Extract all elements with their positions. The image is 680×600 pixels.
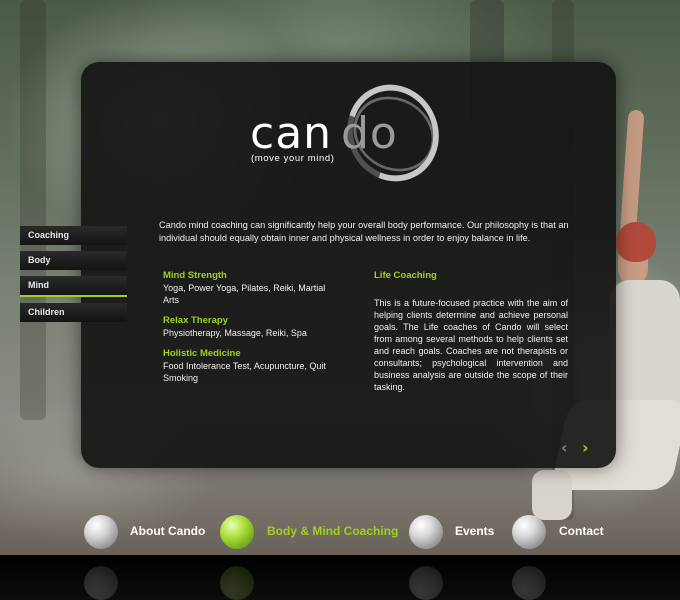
nav-ball-icon xyxy=(84,515,118,549)
section-title: Mind Strength xyxy=(163,270,227,281)
nav-label: Body & Mind Coaching xyxy=(267,524,399,538)
nav-label: About Cando xyxy=(130,524,206,538)
figure-bandana xyxy=(616,222,656,262)
section-title: Life Coaching xyxy=(374,270,437,281)
nav-events[interactable]: Events xyxy=(409,515,499,549)
intro-paragraph: Cando mind coaching can significantly he… xyxy=(159,220,569,243)
nav-ball-icon xyxy=(512,515,546,549)
prev-arrow-icon[interactable]: ‹ xyxy=(561,438,568,457)
logo-tagline: (move your mind) xyxy=(251,153,335,164)
main-nav: About Cando Body & Mind Coaching Events … xyxy=(0,515,680,555)
nav-body-mind-coaching[interactable]: Body & Mind Coaching xyxy=(220,515,400,549)
nav-ball-icon xyxy=(220,515,254,549)
nav-contact[interactable]: Contact xyxy=(512,515,612,549)
next-arrow-icon[interactable]: › xyxy=(582,438,589,457)
sidebar-item-mind[interactable]: Mind xyxy=(20,276,127,297)
nav-about-cando[interactable]: About Cando xyxy=(84,515,206,549)
section-title: Holistic Medicine xyxy=(163,348,241,359)
section-body: Yoga, Power Yoga, Pilates, Reiki, Martia… xyxy=(163,283,326,305)
nav-label: Contact xyxy=(559,524,604,538)
life-coaching-section: Life Coaching This is a future-focused p… xyxy=(374,270,568,393)
section-body: Food Intolerance Test, Acupuncture, Quit… xyxy=(163,361,326,383)
service-section: Holistic Medicine Food Intolerance Test,… xyxy=(163,348,343,384)
logo-word-can: can xyxy=(250,108,333,159)
logo-word-do: do xyxy=(341,108,398,159)
sidebar-nav: Coaching Body Mind Children xyxy=(20,226,127,328)
section-body: Physiotherapy, Massage, Reiki, Spa xyxy=(163,328,307,338)
footer-bar xyxy=(0,555,680,600)
section-title: Relax Therapy xyxy=(163,315,228,326)
figure-foot xyxy=(532,470,572,520)
cando-logo[interactable]: can do (move your mind) xyxy=(248,69,455,197)
services-list: Mind Strength Yoga, Power Yoga, Pilates,… xyxy=(163,270,343,393)
figure-arms xyxy=(619,109,645,241)
sidebar-item-children[interactable]: Children xyxy=(20,303,127,322)
service-section: Mind Strength Yoga, Power Yoga, Pilates,… xyxy=(163,270,343,306)
nav-label: Events xyxy=(455,524,495,538)
section-body: This is a future-focused practice with t… xyxy=(374,298,568,392)
service-section: Relax Therapy Physiotherapy, Massage, Re… xyxy=(163,315,343,339)
nav-ball-icon xyxy=(409,515,443,549)
sidebar-item-coaching[interactable]: Coaching xyxy=(20,226,127,245)
sidebar-item-body[interactable]: Body xyxy=(20,251,127,270)
figure-torso xyxy=(610,280,680,420)
tree-trunk xyxy=(20,0,46,420)
